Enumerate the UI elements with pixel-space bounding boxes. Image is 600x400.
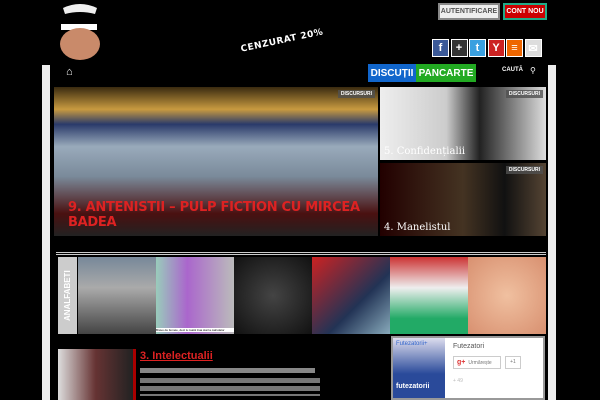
- side-post[interactable]: DISCURSURI 4. Manelistul: [380, 163, 546, 236]
- twitter-icon[interactable]: t: [469, 39, 486, 57]
- featured-title[interactable]: 9. ANTENISTII – PULP FICTION CU MIRCEA B…: [68, 200, 378, 230]
- category-badge[interactable]: DISCURSURI: [505, 166, 543, 174]
- strip-tile[interactable]: [78, 257, 156, 334]
- youtube-icon[interactable]: Y: [487, 39, 505, 57]
- widget-logo-text2: futezatorii: [396, 383, 430, 390]
- rss-icon[interactable]: ≡: [506, 39, 523, 57]
- article-excerpt: [140, 378, 320, 396]
- plus-one-button[interactable]: +1: [505, 356, 521, 369]
- tab-pancarte[interactable]: PANCARTE: [416, 64, 476, 82]
- side-post[interactable]: DISCURSURI 5. Confidențialii: [380, 87, 546, 160]
- logo[interactable]: [55, 0, 105, 62]
- google-plus-icon[interactable]: +: [450, 39, 468, 57]
- article-thumbnail[interactable]: [58, 349, 136, 400]
- category-badge[interactable]: DISCURSURI: [337, 90, 375, 98]
- follow-button[interactable]: g+ Urmărește: [453, 356, 501, 369]
- strip-tile[interactable]: Bravo de femeie, deci tu toată ziua stai…: [156, 257, 234, 334]
- widget-logo-text: Futezatorii+: [396, 341, 428, 347]
- google-plus-widget: Futezatorii+ futezatorii Futezatori g+ Ur…: [391, 336, 545, 400]
- register-button[interactable]: CONT NOU: [503, 3, 547, 20]
- strip-tile[interactable]: [468, 257, 546, 334]
- side-post-title[interactable]: 5. Confidențialii: [384, 146, 465, 157]
- widget-page-name[interactable]: Futezatori: [453, 343, 484, 350]
- widget-logo: Futezatorii+ futezatorii: [393, 338, 445, 398]
- email-icon[interactable]: ✉: [524, 39, 542, 57]
- follow-label: Urmărește: [468, 359, 492, 366]
- tile-caption: Bravo de femeie, deci tu toată ziua stai…: [156, 328, 234, 332]
- strip-tile[interactable]: [234, 257, 312, 334]
- tab-discutii[interactable]: DISCUȚII: [368, 64, 416, 82]
- facebook-icon[interactable]: f: [432, 39, 449, 57]
- article-title[interactable]: 3. Intelectualii: [140, 350, 213, 362]
- page-border-right: [548, 65, 556, 400]
- slogan: CENZURAT 20%: [239, 27, 325, 55]
- login-button[interactable]: AUTENTIFICARE: [438, 3, 500, 20]
- strip-tile[interactable]: [312, 257, 390, 334]
- strip-label: ANALFABETI: [58, 257, 77, 334]
- search-label[interactable]: CAUTĂ: [502, 67, 523, 73]
- page-border-left: [42, 65, 50, 400]
- article-meta: [140, 368, 315, 373]
- follower-count: + 49: [453, 378, 463, 384]
- home-icon[interactable]: ⌂: [66, 66, 73, 78]
- google-plus-icon: g+: [457, 359, 466, 366]
- strip-tile[interactable]: [390, 257, 468, 334]
- search-icon[interactable]: ⚲: [530, 66, 536, 75]
- side-post-title[interactable]: 4. Manelistul: [384, 222, 450, 233]
- category-badge[interactable]: DISCURSURI: [505, 90, 543, 98]
- featured-post[interactable]: DISCURSURI 9. ANTENISTII – PULP FICTION …: [54, 87, 378, 236]
